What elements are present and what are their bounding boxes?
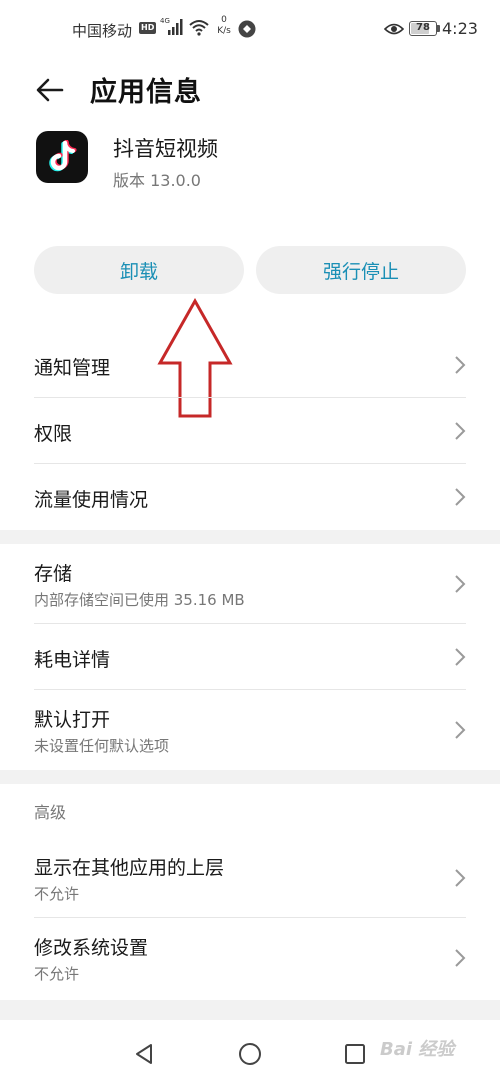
status-bar: 中国移动 HD 4G 0 K/s 78 4:23: [0, 0, 500, 58]
display-over-other-apps-row[interactable]: 显示在其他应用的上层 不允许: [34, 838, 466, 918]
section-advanced: 显示在其他应用的上层 不允许 修改系统设置 不允许: [0, 838, 500, 998]
section-divider: [0, 530, 500, 544]
app-version: 版本 13.0.0: [113, 171, 201, 190]
row-title: 耗电详情: [34, 649, 111, 671]
row-subtitle: 未设置任何默认选项: [34, 737, 170, 755]
circle-home-icon[interactable]: [238, 1042, 262, 1066]
chevron-right-icon: [455, 488, 466, 506]
battery-tip: [437, 25, 440, 32]
data-usage-row[interactable]: 流量使用情况: [34, 464, 466, 530]
section-divider: [0, 1000, 500, 1020]
hd-badge: HD: [139, 22, 157, 34]
section-divider: [0, 770, 500, 784]
network-speed: 0 K/s: [214, 15, 234, 37]
row-title: 显示在其他应用的上层: [34, 857, 225, 879]
row-subtitle: 不允许: [34, 885, 80, 903]
notification-management-row[interactable]: 通知管理: [34, 332, 466, 398]
chevron-right-icon: [455, 648, 466, 666]
row-title: 修改系统设置: [34, 937, 149, 959]
arrow-left-icon: [36, 78, 64, 102]
back-button[interactable]: [30, 70, 70, 110]
row-subtitle: 不允许: [34, 965, 80, 983]
square-recent-icon[interactable]: [343, 1042, 367, 1066]
notification-app-icon: [238, 20, 256, 38]
eye-icon: [384, 23, 404, 35]
battery-level: 78: [416, 22, 430, 33]
storage-row[interactable]: 存储 内部存储空间已使用 35.16 MB: [34, 544, 466, 624]
row-title: 存储: [34, 563, 73, 585]
tiktok-logo-icon: [36, 131, 88, 183]
row-title: 默认打开: [34, 709, 111, 731]
baidu-jingyan-watermark: Bai 经验: [380, 1039, 455, 1060]
row-subtitle: 内部存储空间已使用 35.16 MB: [34, 591, 245, 609]
chevron-right-icon: [455, 721, 466, 739]
signal-icon: 4G: [160, 17, 183, 35]
battery-icon: 78: [409, 21, 437, 36]
section-storage-battery: 存储 内部存储空间已使用 35.16 MB 耗电详情 默认打开 未设置任何默认选…: [0, 544, 500, 770]
chevron-right-icon: [455, 575, 466, 593]
modify-system-settings-row[interactable]: 修改系统设置 不允许: [34, 918, 466, 998]
app-name: 抖音短视频: [113, 137, 218, 161]
row-title: 流量使用情况: [34, 489, 149, 511]
chevron-right-icon: [455, 869, 466, 887]
network-type: 4G: [160, 17, 170, 25]
row-title: 权限: [34, 423, 73, 445]
force-stop-button[interactable]: 强行停止: [256, 246, 466, 294]
section-app-settings: 通知管理 权限 流量使用情况: [0, 332, 500, 530]
chevron-right-icon: [455, 356, 466, 374]
triangle-back-icon[interactable]: [132, 1042, 156, 1066]
advanced-section-header: 高级: [34, 803, 67, 822]
speed-unit: K/s: [217, 26, 231, 36]
wifi-icon: [189, 20, 209, 36]
uninstall-button[interactable]: 卸载: [34, 246, 244, 294]
clock: 4:23: [442, 19, 478, 38]
chevron-right-icon: [455, 422, 466, 440]
open-by-default-row[interactable]: 默认打开 未设置任何默认选项: [34, 690, 466, 770]
chevron-right-icon: [455, 949, 466, 967]
permissions-row[interactable]: 权限: [34, 398, 466, 464]
speed-value: 0: [221, 15, 227, 25]
carrier-label: 中国移动: [72, 22, 133, 40]
page-title: 应用信息: [90, 77, 202, 108]
row-title: 通知管理: [34, 357, 111, 379]
battery-details-row[interactable]: 耗电详情: [34, 624, 466, 690]
